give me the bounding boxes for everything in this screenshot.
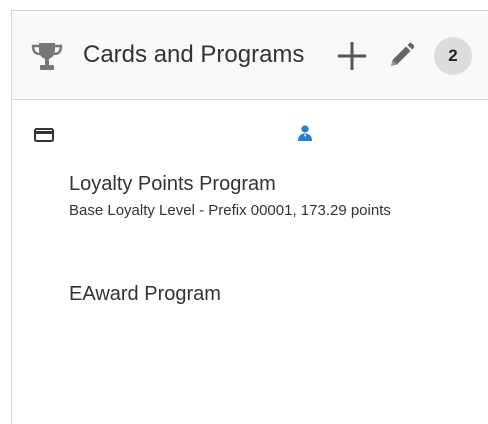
person-icon[interactable] — [296, 124, 314, 142]
plus-icon — [338, 42, 366, 70]
pencil-icon — [391, 42, 415, 66]
program-detail: Base Loyalty Level - Prefix 00001, 173.2… — [69, 202, 391, 219]
program-item-loyalty-points[interactable]: Loyalty Points Program Base Loyalty Leve… — [69, 171, 449, 223]
edit-button[interactable] — [387, 42, 415, 70]
program-name[interactable]: Loyalty Points Program — [69, 171, 449, 197]
add-button[interactable] — [336, 40, 368, 72]
credit-card-icon — [34, 128, 54, 142]
trophy-icon — [31, 43, 63, 70]
panel-header: Cards and Programs 2 — [12, 11, 488, 100]
cards-and-programs-panel: Cards and Programs 2 Loyalty Points Prog… — [11, 10, 488, 424]
program-name[interactable]: EAward Program — [69, 281, 221, 307]
count-badge[interactable]: 2 — [434, 37, 472, 75]
panel-title: Cards and Programs — [83, 41, 305, 68]
program-item-eaward[interactable]: EAward Program — [69, 281, 221, 307]
